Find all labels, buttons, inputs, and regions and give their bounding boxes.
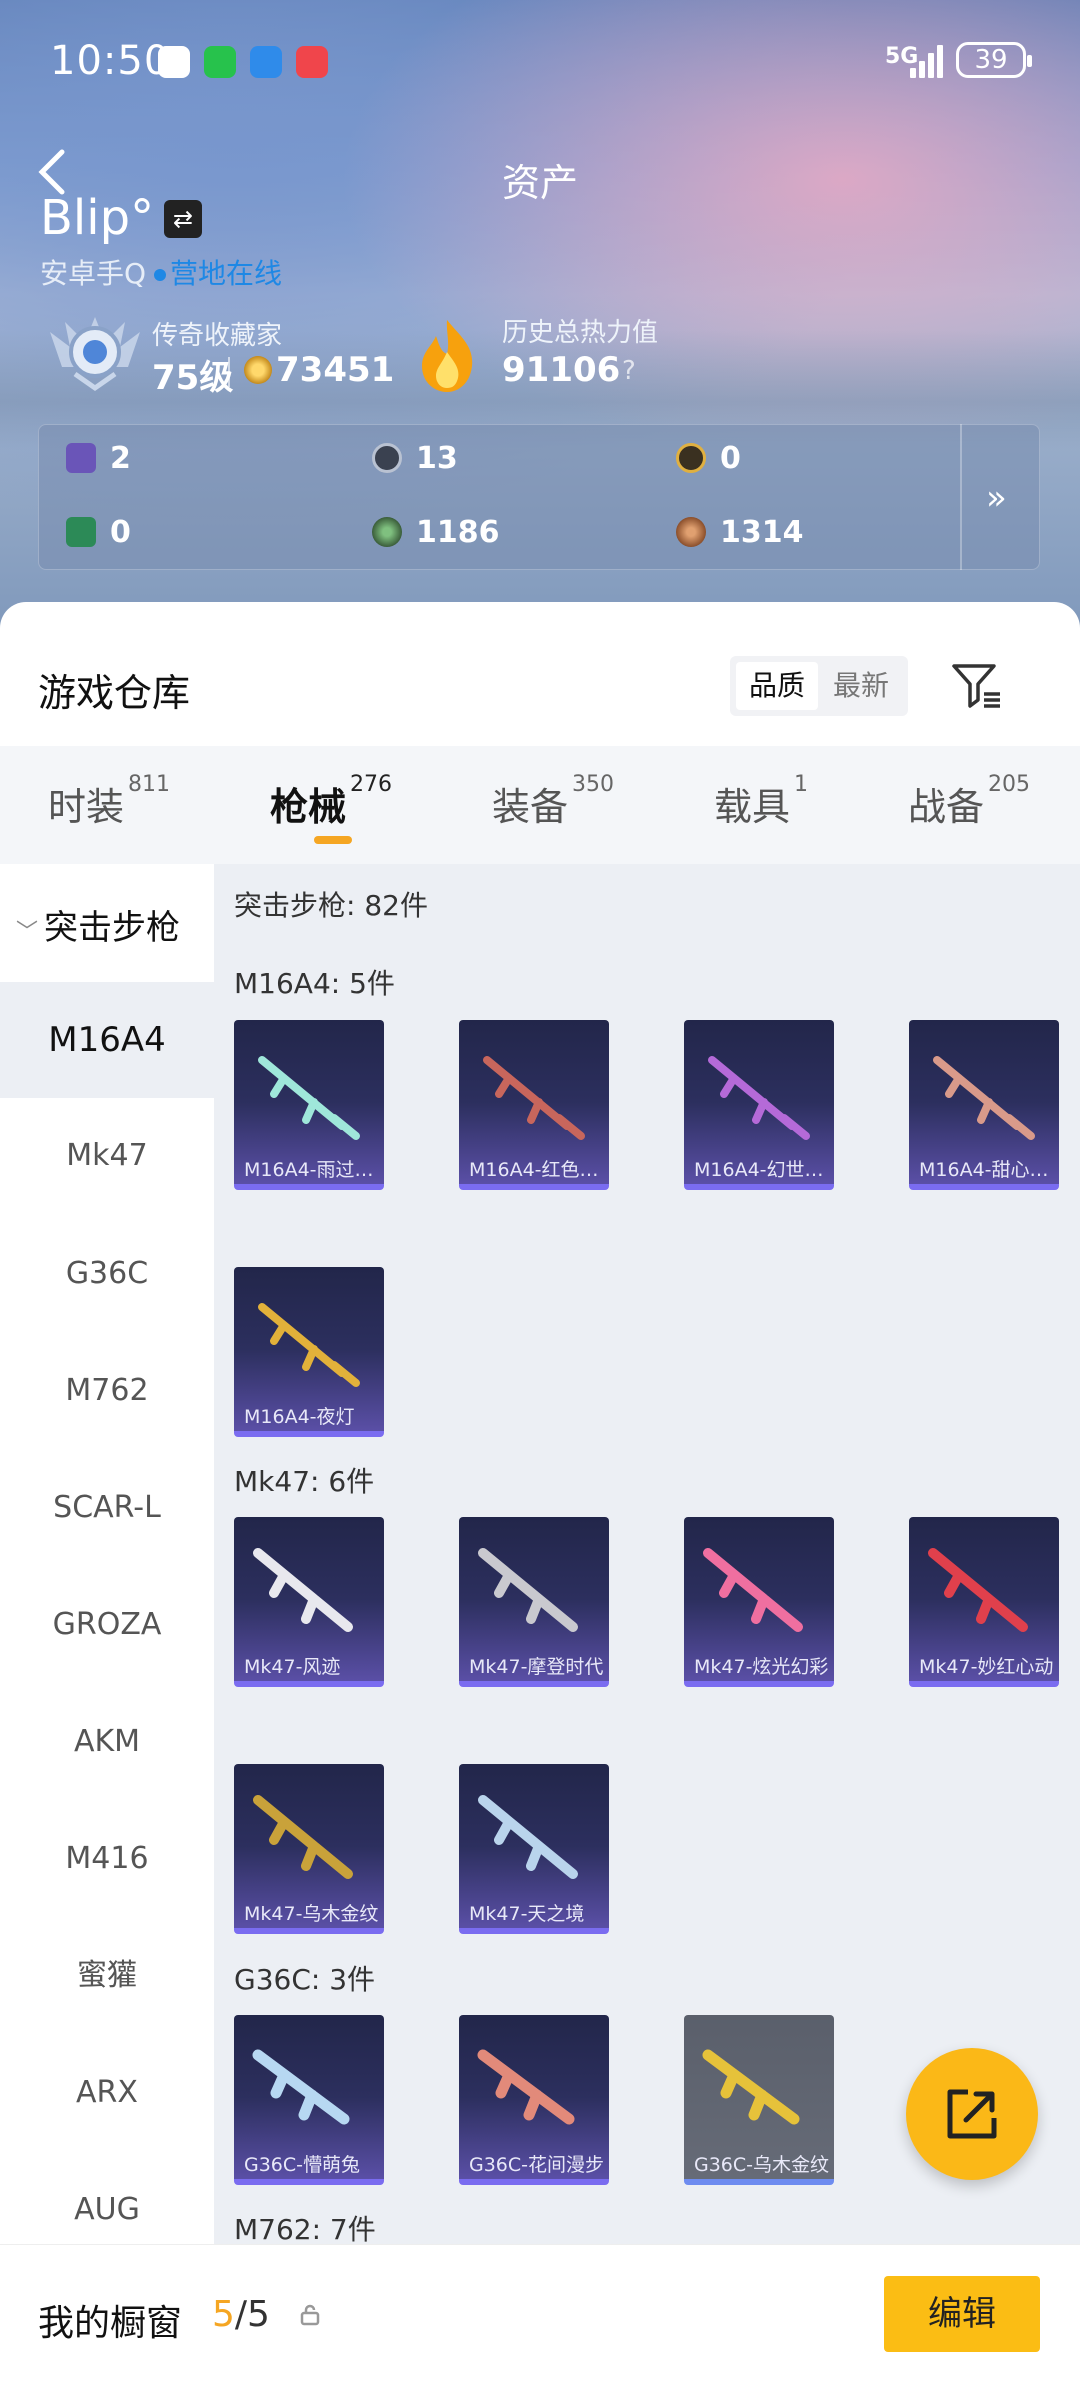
card-purple-icon bbox=[66, 443, 96, 473]
bronze-coin-icon bbox=[676, 517, 706, 547]
rifle-icon bbox=[252, 2049, 350, 2125]
rifle-icon bbox=[483, 1056, 585, 1140]
sidebar-item-g36c[interactable]: G36C bbox=[0, 1216, 214, 1332]
wechat-icon bbox=[204, 46, 236, 78]
skin-tile[interactable]: Mk47-风迹 bbox=[234, 1517, 384, 1687]
skin-tile[interactable]: Mk47-天之境 bbox=[459, 1764, 609, 1934]
sidebar-item-m762[interactable]: M762 bbox=[0, 1333, 214, 1449]
page-title: 资产 bbox=[501, 161, 578, 205]
skin-tile[interactable]: M16A4-雨过天晴 bbox=[234, 1020, 384, 1190]
sidebar-item-arx[interactable]: ARX bbox=[0, 2035, 214, 2151]
sort-toggle: 品质 最新 bbox=[730, 656, 908, 716]
filter-icon[interactable] bbox=[950, 660, 1002, 712]
rifle-icon bbox=[933, 1056, 1035, 1140]
sidebar-item-mk47[interactable]: Mk47 bbox=[0, 1098, 214, 1214]
heat-value: 91106 bbox=[502, 350, 621, 390]
divider bbox=[228, 357, 230, 387]
tab-fashion[interactable]: 时装811 bbox=[48, 772, 170, 831]
skin-tile[interactable]: Mk47-妙红心动 bbox=[909, 1517, 1059, 1687]
skin-tile[interactable]: M16A4-红色警戒 bbox=[459, 1020, 609, 1190]
flame-icon bbox=[422, 320, 473, 392]
warehouse-title: 游戏仓库 bbox=[38, 671, 191, 715]
skin-tile[interactable]: G36C-花间漫步 bbox=[459, 2015, 609, 2185]
expand-arrow-icon[interactable]: » bbox=[986, 478, 1007, 518]
help-icon[interactable]: ? bbox=[622, 356, 636, 386]
skin-tile[interactable]: M16A4-幻世迷踪 bbox=[684, 1020, 834, 1190]
rifle-icon bbox=[253, 1548, 353, 1632]
shopping-app-icon bbox=[296, 46, 328, 78]
section-title-g36c: G36C: 3件 bbox=[234, 1963, 376, 1996]
lock-icon bbox=[300, 2304, 320, 2326]
rifle-icon bbox=[708, 1056, 810, 1140]
sidebar-category[interactable]: ﹀ 突击步枪 bbox=[16, 900, 180, 949]
online-dot-icon bbox=[154, 269, 167, 281]
skin-tile[interactable]: M16A4-甜心特工 bbox=[909, 1020, 1059, 1190]
rifle-icon bbox=[258, 1056, 360, 1140]
browser-app-icon bbox=[250, 46, 282, 78]
player-level: 75级 bbox=[152, 358, 234, 398]
skin-tile[interactable]: G36C-乌木金纹 bbox=[684, 2015, 834, 2185]
battery-indicator: 39 bbox=[956, 42, 1032, 78]
rifle-icon bbox=[478, 1795, 578, 1879]
coin-icon bbox=[244, 356, 272, 384]
rifle-icon bbox=[928, 1548, 1028, 1632]
tab-vehicles[interactable]: 载具1 bbox=[714, 772, 808, 831]
collector-badge-icon bbox=[50, 317, 140, 392]
status-bar: 10:50 5G 39 bbox=[0, 0, 1080, 120]
edit-button[interactable]: 编辑 bbox=[884, 2276, 1040, 2352]
tab-weapons[interactable]: 枪械276 bbox=[270, 772, 392, 831]
section-title-m16a4: M16A4: 5件 bbox=[234, 967, 395, 1000]
card-green-icon bbox=[66, 517, 96, 547]
sort-newest-button[interactable]: 最新 bbox=[820, 662, 902, 710]
coin-count: 73451 bbox=[276, 350, 395, 390]
rifle-icon bbox=[702, 2049, 800, 2125]
silver-token-icon bbox=[372, 443, 402, 473]
skin-tile[interactable]: Mk47-乌木金纹 bbox=[234, 1764, 384, 1934]
tab-supplies[interactable]: 战备205 bbox=[908, 772, 1030, 831]
sidebar-item-m16a4[interactable]: M16A4 bbox=[0, 982, 214, 1098]
section-title-mk47: Mk47: 6件 bbox=[234, 1465, 375, 1498]
share-button[interactable] bbox=[906, 2048, 1038, 2180]
heat-label: 历史总热力值 bbox=[502, 318, 659, 348]
category-count-header: 突击步枪: 82件 bbox=[234, 889, 428, 922]
chevron-down-icon: ﹀ bbox=[16, 920, 39, 945]
rifle-icon bbox=[477, 2049, 575, 2125]
skin-tile[interactable]: G36C-懵萌兔 bbox=[234, 2015, 384, 2185]
panel-divider bbox=[960, 424, 962, 570]
sidebar-item-groza[interactable]: GROZA bbox=[0, 1567, 214, 1683]
signal-icon bbox=[910, 44, 946, 78]
sort-quality-button[interactable]: 品质 bbox=[736, 662, 818, 710]
sidebar-item-scar-l[interactable]: SCAR-L bbox=[0, 1450, 214, 1566]
platform-info: 安卓手Q 营地在线 bbox=[40, 252, 282, 292]
sidebar-item-akm[interactable]: AKM bbox=[0, 1684, 214, 1800]
collector-title: 传奇收藏家 bbox=[152, 321, 283, 351]
section-title-m762: M762: 7件 bbox=[234, 2213, 376, 2246]
username: Blip° bbox=[40, 190, 155, 246]
showcase-count: 5/5 bbox=[212, 2294, 270, 2335]
rifle-icon bbox=[253, 1795, 353, 1879]
share-icon bbox=[947, 2089, 997, 2139]
gold-token-icon bbox=[676, 443, 706, 473]
green-orb-icon bbox=[372, 517, 402, 547]
skin-tile[interactable]: M16A4-夜灯 bbox=[234, 1267, 384, 1437]
platform-label: 安卓手Q bbox=[40, 257, 147, 290]
resource-panel[interactable] bbox=[38, 424, 1040, 570]
sidebar-item-honey-badger[interactable]: 蜜獾 bbox=[0, 1918, 214, 2034]
active-tab-indicator bbox=[314, 836, 352, 844]
switch-account-icon[interactable]: ⇄ bbox=[164, 200, 202, 238]
rifle-icon bbox=[258, 1303, 360, 1387]
status-time: 10:50 bbox=[50, 38, 171, 84]
sidebar-item-m416[interactable]: M416 bbox=[0, 1801, 214, 1917]
online-status: 营地在线 bbox=[170, 257, 283, 290]
message-app-icon bbox=[158, 46, 190, 78]
skin-tile[interactable]: Mk47-炫光幻彩 bbox=[684, 1517, 834, 1687]
tab-equipment[interactable]: 装备350 bbox=[492, 772, 614, 831]
showcase-label: 我的橱窗 bbox=[38, 2303, 183, 2344]
rifle-icon bbox=[478, 1548, 578, 1632]
skin-tile[interactable]: Mk47-摩登时代 bbox=[459, 1517, 609, 1687]
rifle-icon bbox=[703, 1548, 803, 1632]
